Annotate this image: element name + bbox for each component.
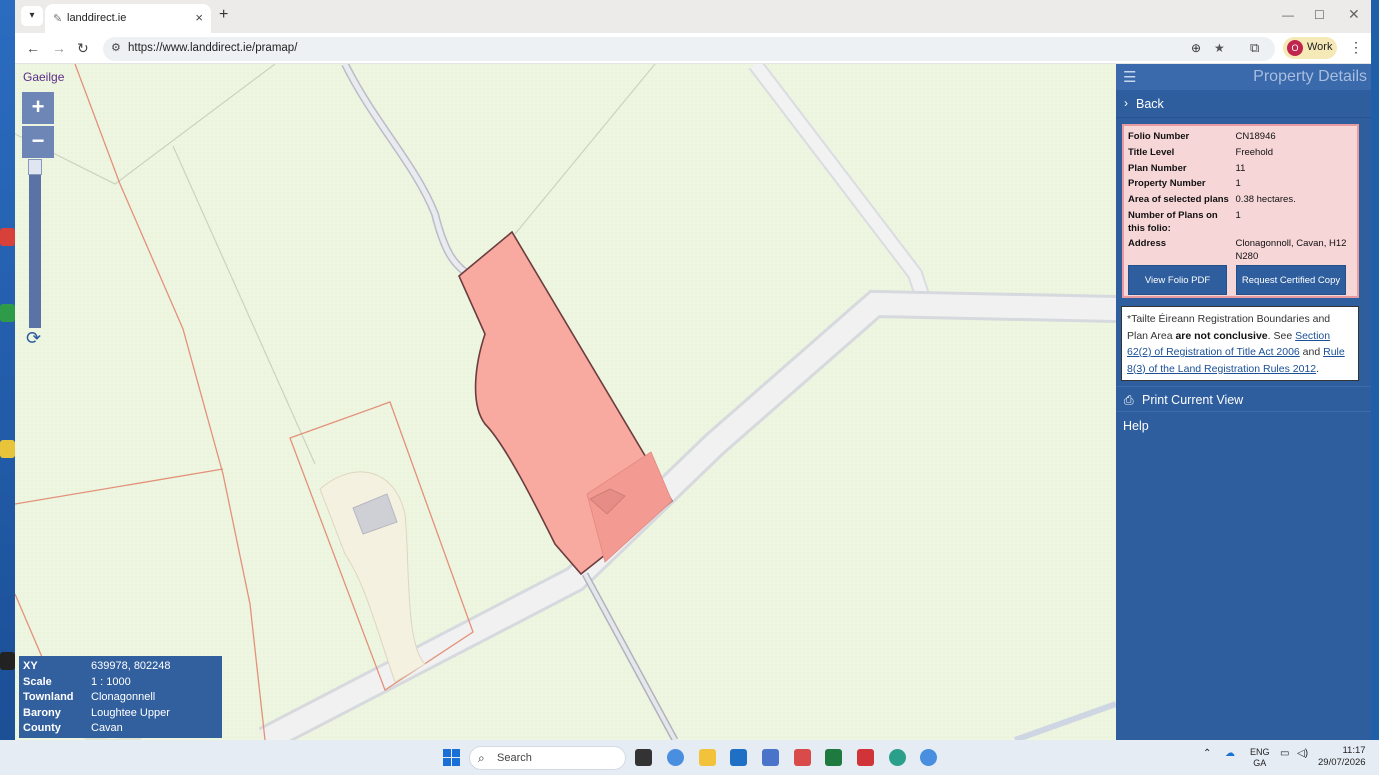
print-current-view-button[interactable]: ⎙ Print Current View xyxy=(1116,386,1371,412)
desktop-strip xyxy=(0,0,15,740)
browser-window: ▾ ✎ landdirect.ie × + — ☐ ✕ ← → ↻ ⚙ http… xyxy=(15,0,1371,740)
taskbar: ⌕ Search ⌃ ☁ ENG GA ▭ ◁) 11:17 29/07/2026 xyxy=(0,740,1379,775)
site-info-icon[interactable]: ⚙ xyxy=(111,41,121,54)
detail-row: Address Clonagonnoll, Cavan, H12 N280 xyxy=(1128,237,1347,262)
print-label: Print Current View xyxy=(1142,393,1244,407)
zoom-in-button[interactable]: + xyxy=(22,92,54,124)
search-label: Search xyxy=(497,752,532,764)
help-link[interactable]: Help xyxy=(1123,419,1149,433)
detail-row: Plan Number 11 xyxy=(1128,162,1246,174)
desktop-folder-icon[interactable] xyxy=(0,440,15,458)
forward-arrow-icon[interactable]: → xyxy=(52,40,66,56)
extensions-icon[interactable]: ⧉ xyxy=(1250,40,1259,56)
property-details-panel: ☰ Property Details › Back Folio Number CN… xyxy=(1116,64,1371,740)
clock[interactable]: 11:17 29/07/2026 xyxy=(1318,745,1366,769)
profile-label: Work xyxy=(1307,41,1333,53)
outlook-icon[interactable] xyxy=(730,749,747,766)
profile-button[interactable]: O Work xyxy=(1283,37,1337,59)
address-bar[interactable]: ⚙ https://www.landdirect.ie/pramap/ ⊕ ★ xyxy=(103,37,1275,61)
acrobat-icon[interactable] xyxy=(857,749,874,766)
tab-strip: ▾ ✎ landdirect.ie × + — ☐ ✕ xyxy=(15,0,1371,33)
chrome-icon[interactable] xyxy=(667,749,684,766)
desktop-app-icon[interactable] xyxy=(0,228,15,246)
windows-start-icon[interactable] xyxy=(443,749,460,766)
task-view-icon[interactable] xyxy=(635,749,652,766)
view-folio-pdf-button[interactable]: View Folio PDF xyxy=(1128,265,1227,295)
file-explorer-icon[interactable] xyxy=(699,749,716,766)
map-graphics xyxy=(15,64,1116,740)
network-icon[interactable]: ▭ xyxy=(1280,748,1289,759)
info-row-barony: Barony Loughtee Upper xyxy=(23,706,170,719)
edge-icon[interactable] xyxy=(889,749,906,766)
back-label: Back xyxy=(1136,97,1164,111)
detail-row: Area of selected plans 0.38 hectares. xyxy=(1128,194,1296,206)
zoom-slider-thumb[interactable] xyxy=(28,159,42,175)
active-tab[interactable]: ✎ landdirect.ie × xyxy=(45,4,211,33)
info-row-townland: Townland Clonagonnell xyxy=(23,691,156,703)
excel-icon[interactable] xyxy=(825,749,842,766)
property-details-card: Folio Number CN18946 Title Level Freehold … xyxy=(1122,124,1359,298)
refresh-icon[interactable]: ⟳ xyxy=(26,328,41,349)
hamburger-menu-icon[interactable]: ☰ xyxy=(1123,68,1136,86)
back-link[interactable]: › Back xyxy=(1116,90,1371,118)
info-row-xy: XY 639978, 802248 xyxy=(23,660,171,672)
request-certified-copy-button[interactable]: Request Certified Copy xyxy=(1236,265,1346,295)
info-row-county: County Cavan xyxy=(23,722,123,734)
detail-row: Number of Plans on this folio: 1 xyxy=(1128,209,1241,234)
taskbar-search-box[interactable]: ⌕ Search xyxy=(469,746,626,770)
desktop-strip-right xyxy=(1371,0,1379,740)
chevron-right-icon: › xyxy=(1124,96,1128,110)
desktop-app-icon[interactable] xyxy=(0,652,15,670)
tab-title: landdirect.ie xyxy=(67,12,127,24)
language-link[interactable]: Gaeilge xyxy=(23,70,64,84)
tab-search-button[interactable]: ▾ xyxy=(21,6,43,26)
zoom-slider-track[interactable] xyxy=(29,163,41,328)
detail-row: Folio Number CN18946 xyxy=(1128,131,1276,142)
search-icon: ⌕ xyxy=(478,751,485,765)
site-favicon-icon: ✎ xyxy=(53,13,63,25)
close-window-icon[interactable]: ✕ xyxy=(1348,6,1360,23)
bookmark-star-icon[interactable]: ★ xyxy=(1214,41,1225,55)
tray-overflow-icon[interactable]: ⌃ xyxy=(1203,748,1211,759)
panel-header: ☰ Property Details xyxy=(1116,64,1371,90)
language-indicator[interactable]: ENG GA xyxy=(1250,747,1270,769)
back-arrow-icon[interactable]: ← xyxy=(26,40,40,56)
close-tab-icon[interactable]: × xyxy=(195,10,203,25)
detail-row: Title Level Freehold xyxy=(1128,146,1274,158)
app-icon[interactable] xyxy=(762,749,779,766)
disclaimer-notice: *Tailte Éireann Registration Boundaries … xyxy=(1121,306,1359,381)
app-icon[interactable] xyxy=(794,749,811,766)
panel-title: Property Details xyxy=(1253,68,1367,85)
zoom-out-button[interactable]: − xyxy=(22,126,54,158)
info-row-scale: Scale 1 : 1000 xyxy=(23,675,131,688)
avatar: O xyxy=(1287,40,1303,56)
chrome-profile-icon[interactable] xyxy=(920,749,937,766)
reload-icon[interactable]: ↻ xyxy=(77,40,89,57)
zoom-icon[interactable]: ⊕ xyxy=(1191,41,1201,55)
browser-toolbar: ← → ↻ ⚙ https://www.landdirect.ie/pramap… xyxy=(15,33,1371,64)
maximize-icon[interactable]: ☐ xyxy=(1314,8,1325,22)
printer-icon: ⎙ xyxy=(1124,393,1134,407)
more-menu-icon[interactable]: ⋮ xyxy=(1349,39,1363,56)
minimize-icon[interactable]: — xyxy=(1282,8,1294,22)
detail-row: Property Number 1 xyxy=(1128,178,1241,190)
onedrive-icon[interactable]: ☁ xyxy=(1225,748,1235,759)
desktop-app-icon[interactable] xyxy=(0,304,15,322)
new-tab-button[interactable]: + xyxy=(219,6,228,24)
volume-icon[interactable]: ◁) xyxy=(1297,748,1308,759)
map-canvas[interactable]: Gaeilge + − ⟳ XY 639978, 802248 Scale 1 : … xyxy=(15,64,1116,740)
url-text[interactable]: https://www.landdirect.ie/pramap/ xyxy=(128,42,297,54)
map-info-box: XY 639978, 802248 Scale 1 : 1000 Townland C… xyxy=(19,656,222,738)
